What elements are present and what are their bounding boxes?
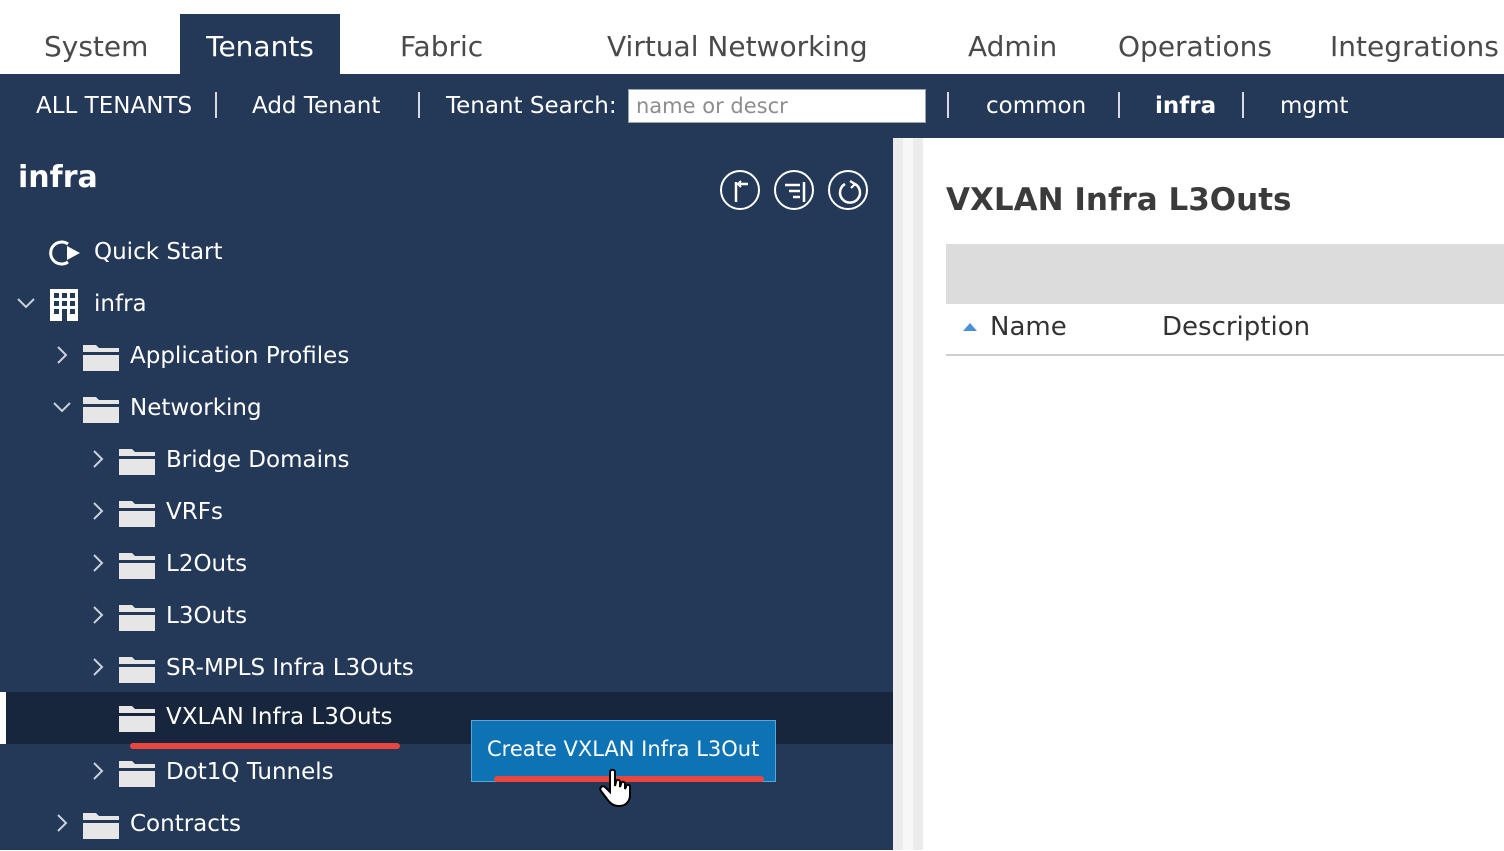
folder-icon [119, 449, 155, 475]
menu-item-label: Create VXLAN Infra L3Out [487, 737, 760, 761]
tab-virtual-networking[interactable]: Virtual Networking [607, 14, 868, 74]
folder-icon [119, 657, 155, 683]
tree-item-quick-start[interactable]: Quick Start [0, 227, 893, 279]
content-pane: VXLAN Infra L3Outs Name Description [923, 158, 1504, 850]
tree-item-bridge-domains[interactable]: Bridge Domains [0, 435, 893, 487]
chevron-right-icon[interactable] [52, 813, 72, 833]
chevron-right-icon[interactable] [88, 501, 108, 521]
tab-integrations[interactable]: Integrations [1330, 14, 1499, 74]
pane-title: infra [18, 160, 98, 195]
tree-item-l3outs[interactable]: L3Outs [0, 591, 893, 643]
collapse-tree-button[interactable] [774, 170, 814, 210]
top-nav: System Tenants Fabric Virtual Networking… [0, 0, 1504, 74]
chevron-right-icon[interactable] [88, 553, 108, 573]
tree-item-label: infra [94, 291, 147, 317]
column-header-name[interactable]: Name [990, 312, 1067, 342]
table-header: Name Description [946, 304, 1504, 356]
tree-item-label: Networking [130, 395, 262, 421]
chevron-right-icon[interactable] [88, 761, 108, 781]
folder-icon [83, 345, 119, 371]
all-tenants-link[interactable]: ALL TENANTS [36, 90, 192, 122]
tenant-search-label: Tenant Search: [446, 93, 617, 119]
refresh-icon [838, 180, 862, 204]
tab-system[interactable]: System [44, 14, 148, 74]
folder-icon [119, 605, 155, 631]
folder-icon [119, 553, 155, 579]
tree-item-l2outs[interactable]: L2Outs [0, 539, 893, 591]
tree-item-label: VRFs [166, 499, 223, 525]
tree-item-vrfs[interactable]: VRFs [0, 487, 893, 539]
tab-admin[interactable]: Admin [968, 14, 1057, 74]
folder-icon [83, 813, 119, 839]
tree-item-networking[interactable]: Networking [0, 383, 893, 435]
tree-item-label: Contracts [130, 811, 241, 837]
tab-tenants[interactable]: Tenants [180, 14, 340, 74]
table-toolbar [946, 244, 1504, 304]
separator [215, 92, 217, 118]
folder-icon [83, 397, 119, 423]
separator [418, 92, 420, 118]
collapse-list-icon [785, 182, 806, 202]
tree-item-label: Application Profiles [130, 343, 350, 369]
chevron-right-icon[interactable] [88, 657, 108, 677]
tree-item-label: Quick Start [94, 239, 223, 265]
separator [1118, 92, 1120, 118]
hand-cursor-icon [599, 768, 631, 808]
tab-fabric[interactable]: Fabric [400, 14, 483, 74]
tree-item-contracts[interactable]: Contracts [0, 799, 893, 851]
tenant-link-common[interactable]: common [986, 90, 1086, 122]
tree-item-label: Dot1Q Tunnels [166, 759, 334, 785]
back-icon [734, 180, 748, 202]
chevron-right-icon[interactable] [88, 605, 108, 625]
tree-item-infra[interactable]: infra [0, 279, 893, 331]
quick-start-icon [49, 240, 80, 266]
chevron-right-icon[interactable] [52, 345, 72, 365]
back-to-top-button[interactable] [720, 170, 760, 210]
tenant-search-input[interactable] [628, 89, 926, 123]
folder-icon [119, 706, 155, 732]
tree-item-label: Bridge Domains [166, 447, 350, 473]
tree-item-label: L2Outs [166, 551, 248, 577]
separator [947, 92, 949, 118]
chevron-right-icon[interactable] [88, 449, 108, 469]
sub-nav: ALL TENANTS Add Tenant Tenant Search: co… [0, 74, 1504, 138]
tree-item-sr-mpls-infra-l3outs[interactable]: SR-MPLS Infra L3Outs [0, 643, 893, 695]
tab-operations[interactable]: Operations [1118, 14, 1272, 74]
tenant-link-infra[interactable]: infra [1155, 90, 1216, 122]
folder-icon [119, 501, 155, 527]
tree-item-label: L3Outs [166, 603, 248, 629]
tree-item-application-profiles[interactable]: Application Profiles [0, 331, 893, 383]
column-header-description[interactable]: Description [1162, 312, 1310, 342]
chevron-down-icon[interactable] [16, 293, 36, 313]
refresh-button[interactable] [828, 170, 868, 210]
tree-item-label: SR-MPLS Infra L3Outs [166, 655, 414, 681]
add-tenant-link[interactable]: Add Tenant [252, 90, 380, 122]
sort-ascending-icon[interactable] [962, 322, 978, 332]
selection-marker [0, 692, 6, 744]
separator [1242, 92, 1244, 118]
pane-divider[interactable] [893, 138, 923, 850]
divider-handle [903, 138, 913, 850]
building-icon [50, 289, 78, 321]
tree-item-label: VXLAN Infra L3Outs [166, 704, 393, 730]
chevron-down-icon[interactable] [52, 397, 72, 417]
folder-icon [119, 761, 155, 787]
page-title: VXLAN Infra L3Outs [946, 182, 1292, 218]
tenant-link-mgmt[interactable]: mgmt [1280, 90, 1348, 122]
